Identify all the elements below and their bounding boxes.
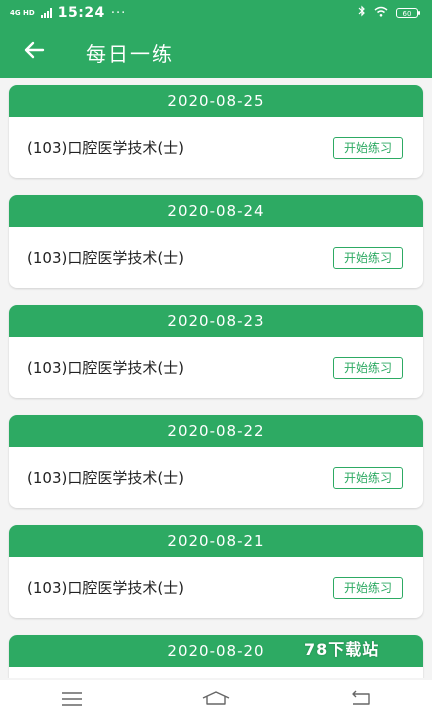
notification-dots: ···: [110, 5, 127, 21]
home-button[interactable]: [186, 682, 246, 718]
start-practice-button[interactable]: 开始练习: [333, 356, 403, 379]
start-practice-button[interactable]: 开始练习: [333, 136, 403, 159]
card-date: 2020-08-22: [9, 415, 423, 447]
card-body: [9, 667, 423, 678]
page-title: 每日一练: [86, 41, 174, 66]
practice-card: 2020-08-23 (103)口腔医学技术(士) 开始练习: [9, 305, 423, 398]
card-date: 2020-08-21: [9, 525, 423, 557]
return-button[interactable]: [330, 682, 390, 718]
signal-icon: [40, 8, 52, 18]
card-date: 2020-08-24: [9, 195, 423, 227]
practice-card: 2020-08-22 (103)口腔医学技术(士) 开始练习: [9, 415, 423, 508]
practice-list[interactable]: 2020-08-25 (103)口腔医学技术(士) 开始练习 2020-08-2…: [0, 78, 432, 678]
card-body: (103)口腔医学技术(士) 开始练习: [9, 557, 423, 618]
card-body: (103)口腔医学技术(士) 开始练习: [9, 117, 423, 178]
card-subject: (103)口腔医学技术(士): [27, 579, 185, 597]
card-subject: (103)口腔医学技术(士): [27, 469, 185, 487]
watermark: 78下载站: [304, 640, 380, 659]
card-body: (103)口腔医学技术(士) 开始练习: [9, 227, 423, 288]
card-subject: (103)口腔医学技术(士): [27, 249, 185, 267]
wifi-icon: [374, 6, 388, 21]
card-body: (103)口腔医学技术(士) 开始练习: [9, 447, 423, 508]
bluetooth-icon: [358, 5, 366, 21]
start-practice-button[interactable]: 开始练习: [333, 246, 403, 269]
practice-card: 2020-08-24 (103)口腔医学技术(士) 开始练习: [9, 195, 423, 288]
battery-icon: 60: [396, 8, 420, 18]
battery-level: 60: [402, 10, 412, 18]
back-button[interactable]: [14, 32, 54, 72]
card-body: (103)口腔医学技术(士) 开始练习: [9, 337, 423, 398]
network-indicator: 4G HD: [10, 8, 35, 17]
menu-button[interactable]: [42, 682, 102, 718]
start-practice-button[interactable]: 开始练习: [333, 466, 403, 489]
home-icon: [201, 690, 231, 710]
start-practice-button[interactable]: 开始练习: [333, 576, 403, 599]
menu-icon: [61, 691, 83, 710]
arrow-left-icon: [23, 41, 45, 63]
status-time: 15:24: [57, 5, 105, 21]
status-right: 60: [358, 5, 432, 21]
return-icon: [349, 690, 371, 710]
card-subject: (103)口腔医学技术(士): [27, 139, 185, 157]
app-bar: 每日一练: [0, 26, 432, 78]
system-nav-bar: [0, 680, 432, 720]
card-date: 2020-08-25: [9, 85, 423, 117]
practice-card: 2020-08-25 (103)口腔医学技术(士) 开始练习: [9, 85, 423, 178]
practice-card: 2020-08-21 (103)口腔医学技术(士) 开始练习: [9, 525, 423, 618]
card-subject: (103)口腔医学技术(士): [27, 359, 185, 377]
status-bar: 4G HD 15:24 ··· 60: [0, 0, 432, 26]
card-date: 2020-08-23: [9, 305, 423, 337]
status-left: 4G HD 15:24 ···: [0, 5, 126, 21]
